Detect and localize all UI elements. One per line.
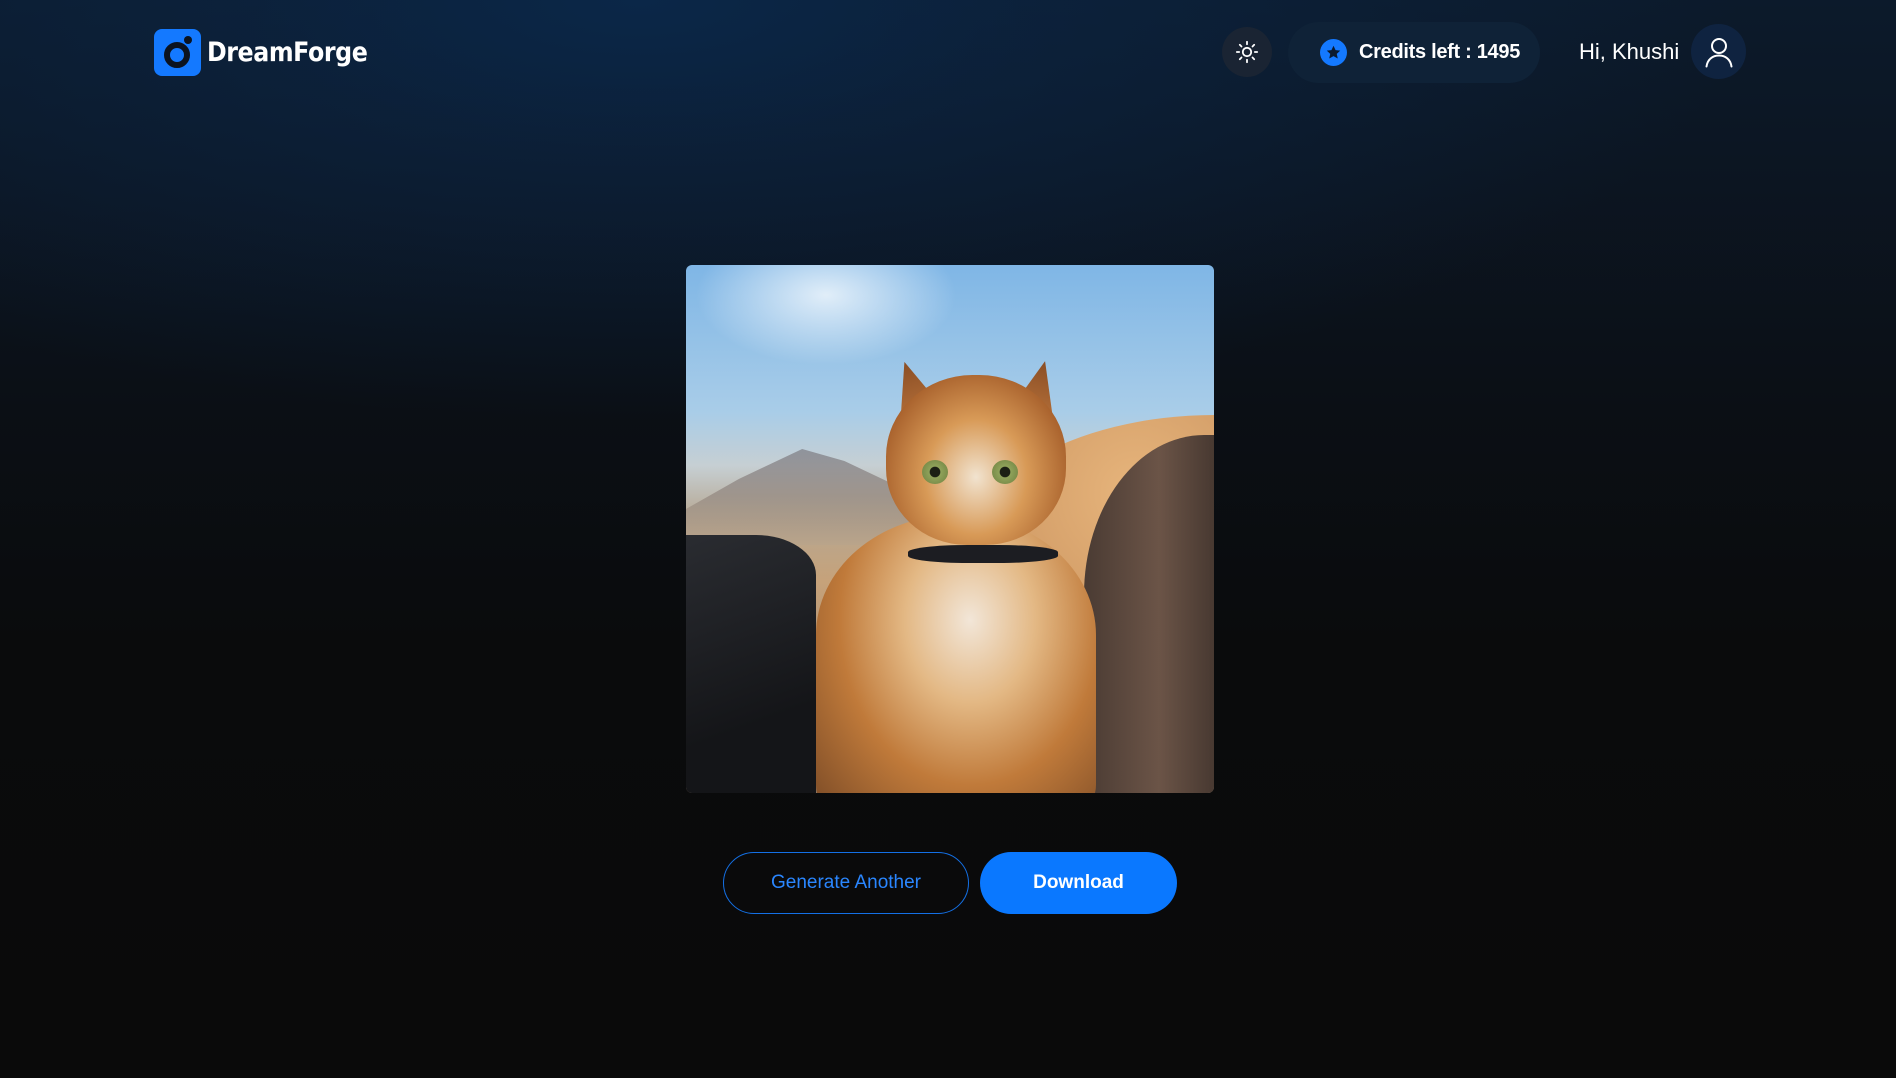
user-greeting: Hi, Khushi bbox=[1579, 39, 1680, 64]
credits-label: Credits left : 1495 bbox=[1359, 41, 1521, 63]
theme-toggle-button[interactable] bbox=[1222, 27, 1272, 77]
brand-name: DreamForge bbox=[207, 37, 368, 68]
star-badge-icon bbox=[1320, 39, 1347, 66]
credits-badge[interactable]: Credits left : 1495 bbox=[1288, 22, 1540, 83]
sun-icon bbox=[1235, 40, 1259, 64]
user-icon bbox=[1705, 37, 1732, 67]
brand-logo-icon bbox=[154, 29, 201, 76]
generate-another-button[interactable]: Generate Another bbox=[723, 852, 969, 914]
generated-image bbox=[686, 265, 1214, 793]
download-button[interactable]: Download bbox=[980, 852, 1177, 914]
top-bar: DreamForge Credits left : 1495 Hi, Khush… bbox=[0, 0, 1896, 106]
user-avatar-button[interactable] bbox=[1691, 24, 1746, 79]
brand[interactable]: DreamForge bbox=[154, 29, 389, 76]
